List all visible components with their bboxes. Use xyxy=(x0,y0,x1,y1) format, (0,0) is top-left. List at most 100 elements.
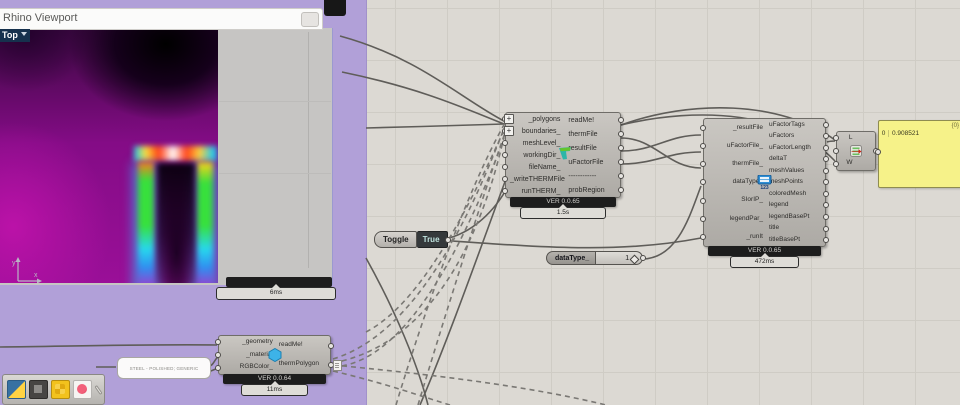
datatype-slider[interactable]: dataType_ 1 xyxy=(546,251,643,265)
input-param[interactable]: W xyxy=(837,159,856,168)
param-label: thermFile_ xyxy=(732,160,763,167)
param-label: uFactors xyxy=(769,132,794,139)
thermal-hotspot-top xyxy=(134,146,217,161)
flatten-icon[interactable] xyxy=(504,126,514,136)
output-param[interactable]: coloredMesh xyxy=(766,191,825,198)
output-param[interactable]: readMe! xyxy=(276,342,330,349)
honeybee-icon[interactable] xyxy=(51,380,70,399)
param-label: ------------ xyxy=(568,173,596,180)
param-label: uFactorTags xyxy=(769,121,805,128)
input-param[interactable]: legendPar_ xyxy=(704,216,766,223)
input-param[interactable]: _resultFile xyxy=(704,125,766,132)
thermal-render-view[interactable]: y x xyxy=(0,29,218,283)
ladybug-icon[interactable] xyxy=(73,380,92,399)
param-label: uFactorFile xyxy=(568,159,603,166)
rhino-viewport-window[interactable]: y x Rhino Viewport Top xyxy=(0,8,332,285)
chevron-down-icon xyxy=(21,32,27,36)
output-param[interactable]: uFactors xyxy=(766,133,825,140)
param-label: workingDir_ xyxy=(523,152,560,159)
param-label: legend xyxy=(769,201,789,208)
numbers-icon: 123 xyxy=(757,175,772,190)
tag-icon[interactable] xyxy=(94,385,102,395)
param-label: uFactorLength xyxy=(769,144,811,151)
boolean-toggle[interactable]: Toggle True xyxy=(374,231,448,248)
param-label: title xyxy=(769,224,779,231)
profiler-time: 1.5s xyxy=(520,207,606,220)
python-icon[interactable] xyxy=(7,380,26,399)
write-therm-component[interactable]: _polygons boundaries_ meshLevel_ working… xyxy=(505,112,621,198)
axis-y-label: y xyxy=(12,260,16,267)
param-label: deltaT xyxy=(769,155,787,162)
output-param[interactable]: titleBasePt xyxy=(766,237,825,244)
input-param[interactable]: _runIt xyxy=(704,234,766,241)
therm-logo-icon xyxy=(557,145,573,161)
input-param[interactable]: SIorIP_ xyxy=(704,197,766,204)
input-param[interactable]: _geometry xyxy=(219,339,276,346)
param-label: _polygons xyxy=(528,116,560,123)
thermal-cold-column xyxy=(157,163,195,283)
param-label: coloredMesh xyxy=(769,190,806,197)
output-param[interactable]: meshValues xyxy=(766,168,825,175)
param-label: probRegion xyxy=(568,187,604,194)
input-param[interactable]: RGBColor_ xyxy=(219,364,276,371)
component-toolbar[interactable] xyxy=(2,374,105,405)
window-title-bar[interactable]: Rhino Viewport xyxy=(0,8,323,30)
param-label: legendBasePt xyxy=(769,213,809,220)
param-label: meshPoints xyxy=(769,178,803,185)
output-param[interactable]: legend xyxy=(766,202,825,209)
panel-index: 0 xyxy=(879,130,889,137)
download-icon[interactable] xyxy=(29,380,48,399)
param-label: runTHERM_ xyxy=(521,188,560,195)
clipboard-icon[interactable] xyxy=(333,360,342,371)
thermal-gradient-left-bar xyxy=(138,162,154,283)
output-param[interactable]: title xyxy=(766,225,825,232)
toggle-value[interactable]: True xyxy=(417,231,448,248)
input-param[interactable]: workingDir_ xyxy=(506,151,564,160)
input-column: _polygons boundaries_ meshLevel_ working… xyxy=(506,113,564,197)
input-param[interactable]: fileName_ xyxy=(506,163,564,172)
slider-handle[interactable] xyxy=(630,255,640,265)
thermal-gradient-right-bar xyxy=(197,162,213,283)
flatten-icon[interactable] xyxy=(504,114,514,124)
param-label: _writeTHERMFile xyxy=(510,176,565,183)
input-param[interactable]: _polygons xyxy=(506,115,564,124)
panel-path: {0} xyxy=(879,121,960,130)
panel-row: 0 0.908521 xyxy=(879,130,960,137)
viewport-tab-top[interactable]: Top xyxy=(0,29,30,42)
output-param[interactable]: readMe! xyxy=(564,116,620,125)
input-param[interactable]: thermFile_ xyxy=(704,161,766,168)
material-text: STEEL - POLISHED; GENERIC xyxy=(130,366,199,371)
param-label: _resultFile xyxy=(733,124,763,131)
param-label: W xyxy=(846,159,852,166)
therm-polygon-component[interactable]: _geometry _material RGBColor_ readMe! th… xyxy=(218,335,331,375)
input-param[interactable]: uFactorFile_ xyxy=(704,143,766,150)
hidden-component-profiler-time: 6ms xyxy=(216,287,336,300)
output-column: uFactorTags uFactors uFactorLength delta… xyxy=(766,119,825,246)
window-button[interactable] xyxy=(301,12,319,27)
input-param[interactable]: runTHERM_ xyxy=(506,187,564,196)
input-param[interactable]: meshLevel_ xyxy=(506,139,564,148)
axis-x-label: x xyxy=(34,272,38,279)
material-panel[interactable]: STEEL - POLISHED; GENERIC xyxy=(117,357,211,379)
data-panel[interactable]: {0} 0 0.908521 xyxy=(878,120,960,188)
list-item-component[interactable]: L i W xyxy=(836,131,876,171)
input-param[interactable]: _writeTHERMFile xyxy=(506,175,564,184)
panel-divider xyxy=(308,32,309,268)
output-param[interactable]: probRegion xyxy=(564,186,620,195)
output-param[interactable]: legendBasePt xyxy=(766,214,825,221)
output-param[interactable]: uFactorLength xyxy=(766,145,825,152)
input-param[interactable]: boundaries_ xyxy=(506,127,564,136)
read-therm-result-component[interactable]: _resultFile uFactorFile_ thermFile_ data… xyxy=(703,118,826,247)
output-param[interactable]: meshPoints xyxy=(766,179,825,186)
input-param[interactable]: L xyxy=(837,134,856,143)
output-param[interactable]: uFactorTags xyxy=(766,122,825,129)
slider-track[interactable]: 1 xyxy=(596,251,643,265)
output-param[interactable]: deltaT xyxy=(766,156,825,163)
profiler-time: 11ms xyxy=(241,384,308,397)
output-param[interactable]: thermFile xyxy=(564,130,620,139)
viewport-tab-label: Top xyxy=(2,30,18,40)
hexagon-icon xyxy=(268,348,282,362)
output-param[interactable]: thermPolygon xyxy=(276,361,330,368)
window-title: Rhino Viewport xyxy=(0,9,322,28)
output-param[interactable]: ------------ xyxy=(564,172,620,181)
